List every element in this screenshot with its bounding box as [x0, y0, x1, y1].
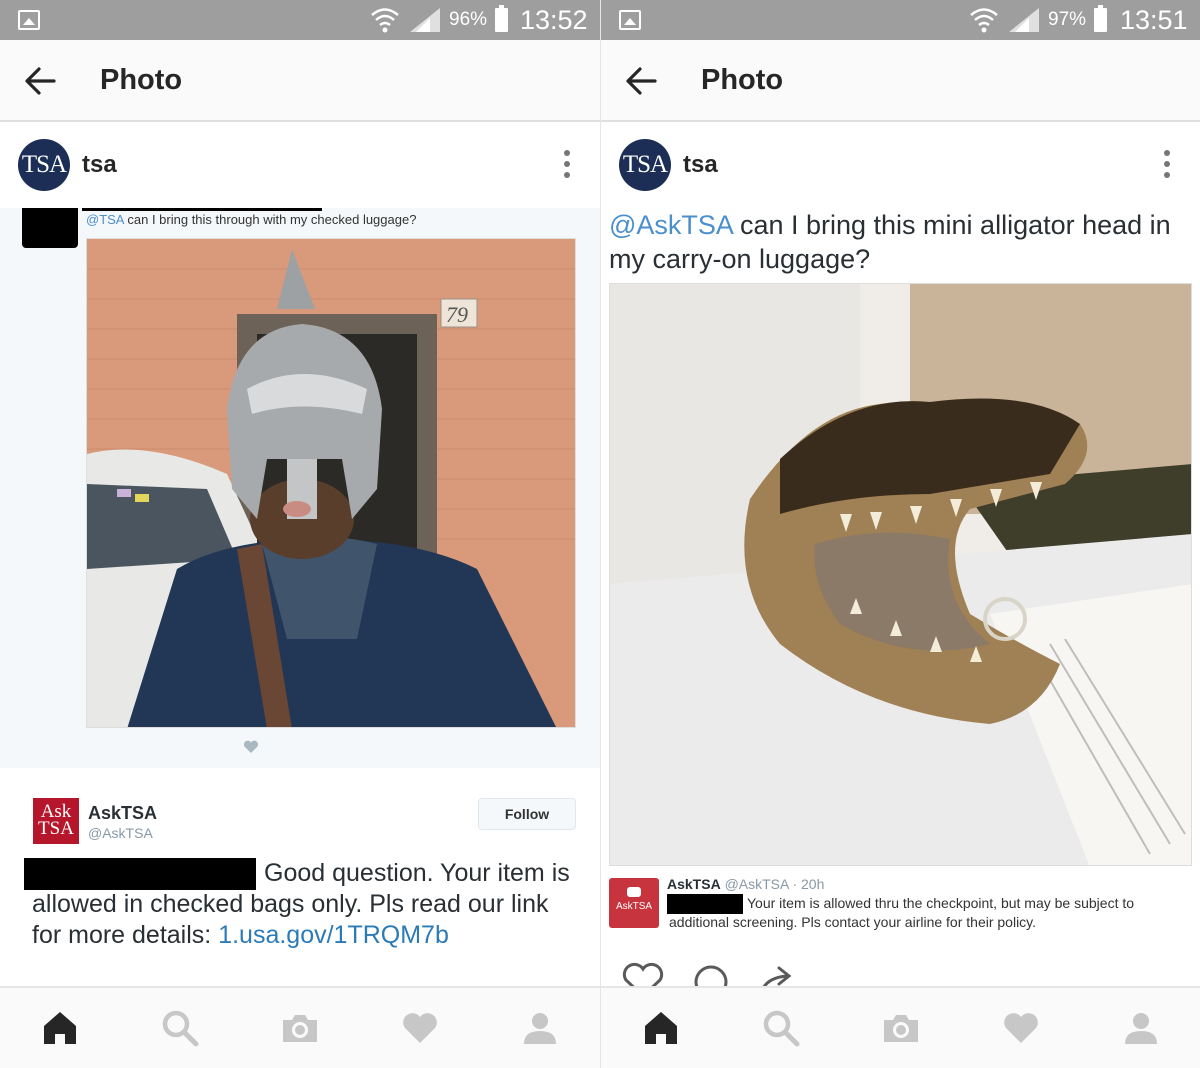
signal-icon: [410, 8, 440, 32]
home-icon[interactable]: [40, 1008, 80, 1048]
asktsa-logo: AskTSA: [609, 878, 659, 928]
wifi-icon: [970, 8, 998, 33]
quote-author-name: AskTSA: [667, 876, 721, 892]
gallery-icon: [619, 10, 641, 30]
search-icon[interactable]: [761, 1008, 801, 1048]
redacted-name: [82, 208, 322, 211]
reply-body: Good question. Your item is allowed in c…: [32, 858, 572, 951]
battery-icon: [495, 5, 508, 32]
battery-percent: 96%: [449, 9, 488, 30]
back-arrow-icon[interactable]: [625, 66, 657, 96]
right-screenshot: 97% 13:51 Photo TSA tsa @AskTSA can I br…: [600, 0, 1200, 1068]
app-bar: Photo: [601, 40, 1200, 122]
page-title: Photo: [701, 64, 784, 96]
avatar[interactable]: TSA: [18, 139, 70, 191]
quote-author-meta: @AskTSA · 20h: [720, 876, 825, 892]
redacted-avatar: [22, 208, 78, 248]
tweet-text: @TSA can I bring this through with my ch…: [86, 212, 416, 227]
tweet-mention: @AskTSA: [609, 210, 733, 240]
search-icon[interactable]: [160, 1008, 200, 1048]
username[interactable]: tsa: [82, 151, 117, 179]
wifi-icon: [371, 8, 399, 33]
reply-tweet: Ask TSA AskTSA @AskTSA Follow Good questi…: [0, 768, 600, 988]
asktsa-logo-label: AskTSA: [615, 901, 653, 912]
share-icon[interactable]: [761, 966, 792, 988]
battery-icon: [1094, 5, 1107, 32]
alligator-head-photo: [609, 283, 1192, 866]
activity-heart-icon[interactable]: [400, 1008, 440, 1048]
camera-icon[interactable]: [881, 1008, 921, 1048]
home-icon[interactable]: [641, 1008, 681, 1048]
clock: 13:51: [1120, 5, 1188, 35]
username[interactable]: tsa: [683, 151, 718, 179]
activity-heart-icon[interactable]: [1001, 1008, 1041, 1048]
battery-percent: 97%: [1048, 9, 1087, 30]
quote-author: AskTSA @AskTSA · 20h: [667, 876, 824, 892]
comment-icon[interactable]: [694, 965, 728, 988]
page-title: Photo: [100, 64, 183, 96]
heart-icon[interactable]: [622, 962, 664, 988]
quote-body: Your item is allowed thru the checkpoint…: [669, 894, 1169, 932]
clock: 13:52: [520, 5, 588, 35]
logo-line-2: TSA: [38, 818, 74, 839]
post-header: TSA tsa: [601, 124, 1200, 208]
app-bar: Photo: [0, 40, 600, 122]
gladiator-helmet-photo: 79: [86, 238, 576, 728]
reply-author-handle: @AskTSA: [88, 825, 153, 841]
tweet-text: @AskTSA can I bring this mini alligator …: [609, 208, 1189, 276]
post-header: TSA tsa: [0, 124, 600, 208]
more-vert-icon[interactable]: [1164, 150, 1170, 178]
asktsa-logo: AskTSA: [33, 798, 79, 844]
follow-button[interactable]: Follow: [478, 798, 576, 830]
quoted-reply-tweet: AskTSA AskTSA @AskTSA · 20h Your item is…: [609, 876, 1192, 934]
post-actions: [622, 962, 792, 988]
reply-link[interactable]: 1.usa.gov/1TRQM7b: [218, 921, 449, 949]
heart-icon[interactable]: [243, 740, 259, 754]
profile-icon[interactable]: [1121, 1008, 1161, 1048]
reply-author-name: AskTSA: [88, 803, 158, 823]
tweet-question: can I bring this through with my checked…: [123, 212, 417, 227]
bottom-navigation: [0, 986, 600, 1068]
avatar[interactable]: TSA: [619, 139, 671, 191]
post-image: @TSA can I bring this through with my ch…: [0, 208, 600, 988]
more-vert-icon[interactable]: [564, 150, 570, 178]
bottom-navigation: [601, 986, 1200, 1068]
status-bar: 97% 13:51: [601, 0, 1200, 40]
tweet-mention: @TSA: [86, 212, 124, 227]
gallery-icon: [18, 10, 40, 30]
status-bar: 96% 13:52: [0, 0, 600, 40]
tweet-card: @TSA can I bring this through with my ch…: [0, 208, 600, 768]
house-number: 79: [446, 302, 468, 327]
profile-icon[interactable]: [520, 1008, 560, 1048]
quote-text: Your item is allowed thru the checkpoint…: [669, 895, 1135, 930]
left-screenshot: 96% 13:52 Photo TSA tsa @TSA can I bring…: [0, 0, 600, 1068]
camera-icon[interactable]: [280, 1008, 320, 1048]
back-arrow-icon[interactable]: [24, 66, 56, 96]
signal-icon: [1009, 8, 1039, 32]
post-image: @AskTSA can I bring this mini alligator …: [601, 208, 1200, 988]
